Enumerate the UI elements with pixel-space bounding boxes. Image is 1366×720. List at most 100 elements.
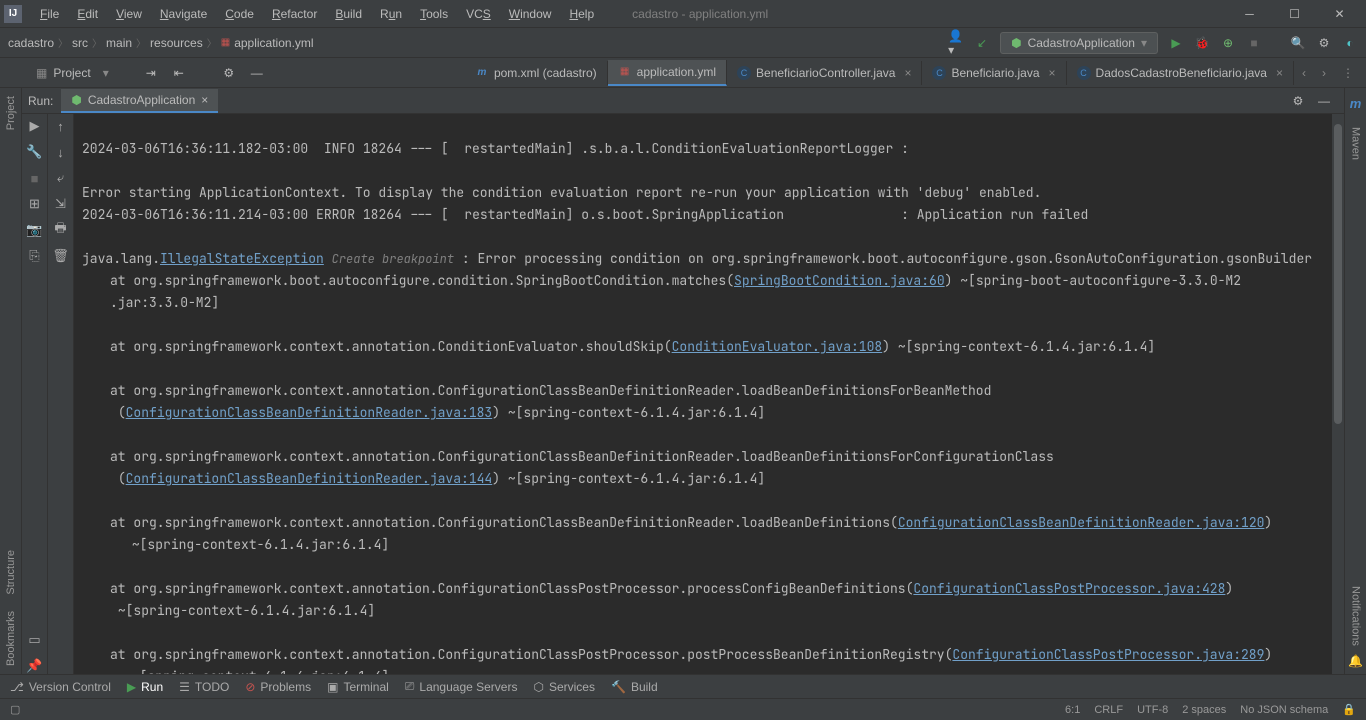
source-link[interactable]: ConfigurationClassPostProcessor.java:428 <box>913 580 1225 597</box>
soft-wrap-icon[interactable]: ⤶ <box>53 170 69 186</box>
status-square-icon[interactable]: ▢ <box>10 703 20 716</box>
stop-icon[interactable]: ■ <box>27 170 43 186</box>
menu-window[interactable]: Window <box>501 3 560 25</box>
menu-code[interactable]: Code <box>217 3 262 25</box>
layout-icon[interactable]: ⊞ <box>27 196 43 212</box>
layout-bottom-icon[interactable]: ▭ <box>27 632 43 648</box>
tool-run[interactable]: ▶Run <box>127 680 163 694</box>
status-encoding[interactable]: UTF-8 <box>1137 704 1168 716</box>
source-link[interactable]: ConfigurationClassBeanDefinitionReader.j… <box>898 514 1265 531</box>
console-output[interactable]: 2024-03-06T16:36:11.182-03:00 INFO 18264… <box>74 114 1332 674</box>
menu-build[interactable]: Build <box>327 3 370 25</box>
tab-pom[interactable]: m pom.xml (cadastro) <box>465 61 608 85</box>
breadcrumb[interactable]: cadastro〉 src〉 main〉 resources〉 ▦ applic… <box>8 35 314 50</box>
menu-view[interactable]: View <box>108 3 150 25</box>
close-icon[interactable]: × <box>201 93 208 107</box>
create-breakpoint-hint[interactable]: Create breakpoint <box>332 251 454 267</box>
menu-tools[interactable]: Tools <box>412 3 456 25</box>
breadcrumb-item[interactable]: src <box>72 36 88 50</box>
settings-icon[interactable]: ⚙ <box>1290 93 1306 109</box>
tool-language-servers[interactable]: ⎚Language Servers <box>405 679 518 694</box>
tool-services[interactable]: ⬡Services <box>533 680 595 694</box>
tabs-more-icon[interactable]: ⋮ <box>1334 66 1362 80</box>
breadcrumb-item[interactable]: application.yml <box>234 36 313 50</box>
exit-icon[interactable]: ⎘ <box>27 248 43 264</box>
menu-edit[interactable]: Edit <box>69 3 106 25</box>
tool-version-control[interactable]: ⎇Version Control <box>10 680 111 694</box>
plugin-icon[interactable]: ◐ <box>1342 35 1358 51</box>
bell-icon[interactable]: 🔔 <box>1348 654 1363 668</box>
stripe-project[interactable]: Project <box>3 88 19 138</box>
source-link[interactable]: ConditionEvaluator.java:108 <box>672 338 883 355</box>
source-link[interactable]: ConfigurationClassBeanDefinitionReader.j… <box>126 470 493 487</box>
hide-icon[interactable]: — <box>1316 93 1332 109</box>
run-tab[interactable]: ⬢ CadastroApplication × <box>61 89 218 113</box>
user-icon[interactable]: 👤▾ <box>948 35 964 51</box>
hide-icon[interactable]: — <box>249 65 265 81</box>
breadcrumb-item[interactable]: cadastro <box>8 36 54 50</box>
stripe-maven[interactable]: Maven <box>1348 119 1364 168</box>
next-tab-icon[interactable]: › <box>1314 66 1334 80</box>
tab-dados-cadastro[interactable]: C DadosCadastroBeneficiario.java × <box>1067 61 1294 85</box>
tab-beneficiario-controller[interactable]: C BeneficiarioController.java × <box>727 61 922 85</box>
run-config-selector[interactable]: ⬢ CadastroApplication ▾ <box>1000 32 1158 54</box>
stripe-notifications[interactable]: Notifications <box>1348 578 1364 654</box>
close-icon[interactable]: × <box>904 66 911 80</box>
maximize-button[interactable]: ☐ <box>1272 0 1317 28</box>
scroll-end-icon[interactable]: ⇲ <box>53 196 69 212</box>
tool-todo[interactable]: ☰TODO <box>179 680 229 694</box>
project-tool-button[interactable]: ▦ Project ▾ <box>26 62 119 84</box>
menu-navigate[interactable]: Navigate <box>152 3 215 25</box>
left-tool-stripe: Project Structure Bookmarks <box>0 88 22 674</box>
menu-file[interactable]: File <box>32 3 67 25</box>
stripe-structure[interactable]: Structure <box>3 542 19 603</box>
settings-icon[interactable]: ⚙ <box>1316 35 1332 51</box>
camera-icon[interactable]: 📷 <box>27 222 43 238</box>
scroll-down-icon[interactable]: ↓ <box>53 144 69 160</box>
exception-link[interactable]: IllegalStateException <box>160 250 324 267</box>
status-eol[interactable]: CRLF <box>1094 704 1123 716</box>
maven-stripe-icon[interactable]: m <box>1348 88 1364 119</box>
lock-icon[interactable]: 🔒 <box>1342 703 1356 716</box>
menu-refactor[interactable]: Refactor <box>264 3 325 25</box>
source-link[interactable]: ConfigurationClassBeanDefinitionReader.j… <box>126 404 493 421</box>
clear-icon[interactable]: 🗑 <box>53 248 69 264</box>
collapse-all-icon[interactable]: ⇤ <box>171 65 187 81</box>
rerun-icon[interactable]: ▶ <box>27 118 43 134</box>
coverage-icon[interactable]: ⊕ <box>1220 35 1236 51</box>
tab-application-yml[interactable]: ▦ application.yml <box>608 60 727 86</box>
stop-icon[interactable]: ■ <box>1246 35 1262 51</box>
wrench-icon[interactable]: 🔧 <box>27 144 43 160</box>
print-icon[interactable]: 🖶 <box>53 222 69 238</box>
status-position[interactable]: 6:1 <box>1065 704 1080 716</box>
status-schema[interactable]: No JSON schema <box>1240 704 1328 716</box>
menu-vcs[interactable]: VCS <box>458 3 499 25</box>
tab-beneficiario[interactable]: C Beneficiario.java × <box>922 61 1066 85</box>
pin-icon[interactable]: 📌 <box>27 658 43 674</box>
tool-problems[interactable]: ⊘Problems <box>245 680 311 694</box>
source-link[interactable]: ConfigurationClassPostProcessor.java:289 <box>952 646 1264 663</box>
vcs-update-icon[interactable]: ↙ <box>974 35 990 51</box>
close-icon[interactable]: × <box>1276 66 1283 80</box>
close-button[interactable]: ✕ <box>1317 0 1362 28</box>
minimize-button[interactable]: ─ <box>1227 0 1272 28</box>
expand-all-icon[interactable]: ⇥ <box>143 65 159 81</box>
prev-tab-icon[interactable]: ‹ <box>1294 66 1314 80</box>
debug-icon[interactable]: 🐞 <box>1194 35 1210 51</box>
stripe-bookmarks[interactable]: Bookmarks <box>3 603 19 674</box>
breadcrumb-item[interactable]: resources <box>150 36 203 50</box>
tool-terminal[interactable]: ▣Terminal <box>327 680 389 694</box>
menu-run[interactable]: Run <box>372 3 410 25</box>
breadcrumb-item[interactable]: main <box>106 36 132 50</box>
tool-build[interactable]: 🔨Build <box>611 680 658 694</box>
source-link[interactable]: SpringBootCondition.java:60 <box>734 272 945 289</box>
close-icon[interactable]: × <box>1049 66 1056 80</box>
settings-gear-icon[interactable]: ⚙ <box>221 65 237 81</box>
search-icon[interactable]: 🔍 <box>1290 35 1306 51</box>
scroll-up-icon[interactable]: ↑ <box>53 118 69 134</box>
menu-help[interactable]: Help <box>561 3 602 25</box>
run-icon[interactable]: ▶ <box>1168 35 1184 51</box>
status-indent[interactable]: 2 spaces <box>1182 704 1226 716</box>
scrollbar[interactable] <box>1332 114 1344 674</box>
scrollbar-thumb[interactable] <box>1334 124 1342 424</box>
